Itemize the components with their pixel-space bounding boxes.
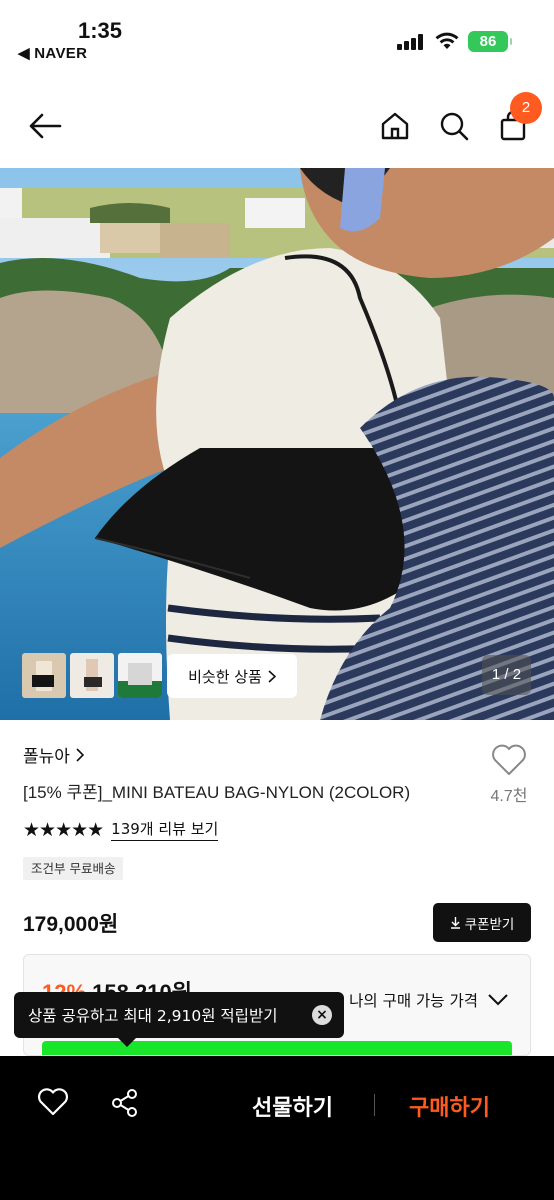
bottom-action-bar: 선물하기 구매하기 [0,1056,554,1200]
promo-banner[interactable] [42,1041,512,1055]
share-icon[interactable] [110,1088,140,1122]
share-reward-tooltip: 상품 공유하고 최대 2,910원 적립받기 × [14,992,344,1047]
my-price-toggle[interactable]: 나의 구매 가능 가격 [349,989,508,1011]
top-nav [0,88,554,164]
product-photo [0,168,554,720]
coupon-button[interactable]: 쿠폰받기 [433,903,531,942]
chevron-right-icon [268,669,276,683]
heart-icon [492,744,526,775]
battery-indicator: 86 [468,31,512,52]
product-price: 179,000원 [23,913,119,936]
close-icon[interactable]: × [312,1005,332,1025]
product-title: [15% 쿠폰]_MINI BATEAU BAG-NYLON (2COLOR) [23,783,411,802]
image-pager: 1 / 2 [482,655,531,695]
divider [374,1094,375,1116]
rating-row: ★★★★★ 139개 리뷰 보기 [23,818,219,841]
thumbnail-1[interactable] [22,653,66,698]
status-time: 1:35 [78,18,123,43]
buy-button[interactable]: 구매하기 [409,1090,490,1122]
review-link[interactable]: 139개 리뷰 보기 [111,818,219,841]
wishlist-heart-icon[interactable] [37,1088,69,1120]
similar-products-label: 비슷한 상품 [188,667,262,686]
thumbnail-2[interactable] [70,653,114,698]
product-hero-image[interactable]: 비슷한 상품 1 / 2 [0,168,554,720]
chevron-right-icon [76,747,84,762]
shipping-badge: 조건부 무료배송 [23,857,124,880]
signal-icon [397,34,425,50]
like-button[interactable]: 4.7천 [486,744,532,806]
coupon-label: 쿠폰받기 [464,916,515,933]
status-bar: 1:35 ◀ NAVER 86 [0,0,554,70]
tooltip-text: 상품 공유하고 최대 2,910원 적립받기 [28,1007,278,1025]
home-icon[interactable] [375,106,415,146]
back-to-app-link[interactable]: ◀ NAVER [18,44,87,62]
wifi-icon [435,32,459,49]
chevron-down-icon [488,994,508,1006]
thumbnail-strip [22,653,162,698]
like-count: 4.7천 [490,788,528,805]
gift-button[interactable]: 선물하기 [252,1090,333,1122]
cart-count-badge: 2 [510,92,542,124]
brand-name: 폴뉴아 [23,747,70,767]
back-arrow-icon[interactable] [25,106,65,146]
thumbnail-3[interactable] [118,653,162,698]
search-icon[interactable] [434,106,474,146]
similar-products-button[interactable]: 비슷한 상품 [167,654,297,698]
my-price-label: 나의 구매 가능 가격 [349,992,478,1010]
star-rating-icon: ★★★★★ [23,818,104,841]
brand-link[interactable]: 폴뉴아 [23,742,84,767]
download-icon [450,917,460,929]
